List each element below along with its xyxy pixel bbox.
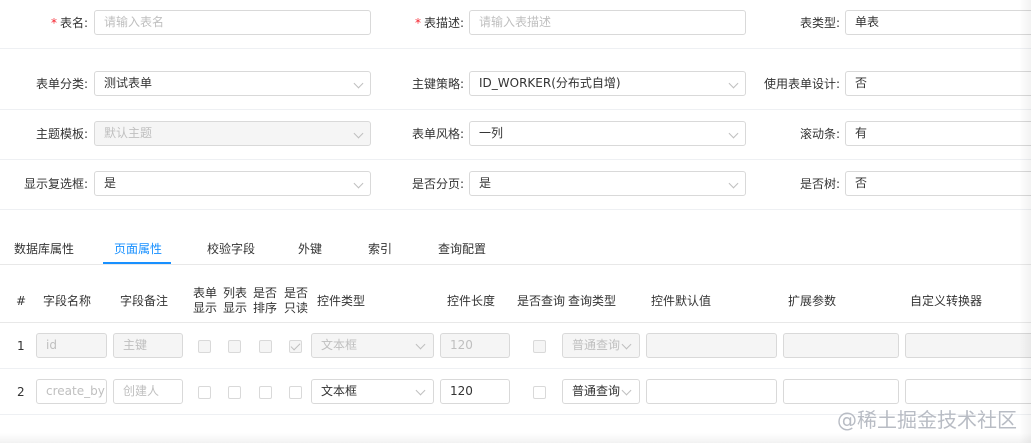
ext-params-input [783,333,899,358]
col-query-type: 查询类型 [568,294,617,308]
table-name-label: * 表名: [50,16,88,30]
default-value-input [646,333,777,358]
form-show-checkbox [198,340,211,353]
form-row-1: * 表名: 请输入表名 * 表描述: 请输入表描述 表类型: 单表 [0,0,1031,49]
ext-params-input[interactable] [783,379,899,404]
default-value-input[interactable] [646,379,777,404]
required-mark: * [414,16,421,30]
form-style-select[interactable]: 一列 [469,121,746,146]
chevron-down-icon [415,339,426,350]
scrollbar-label: 滚动条: [799,127,840,141]
chevron-down-icon [728,78,739,89]
col-control-type: 控件类型 [317,294,366,308]
show-checkbox-label: 显示复选框: [23,177,88,191]
is-tree-select[interactable]: 否 [845,171,1031,196]
scrollbar-select[interactable]: 有 [845,121,1031,146]
col-converter: 自定义转换器 [910,294,983,308]
tab-bar: 数据库属性 页面属性 校验字段 外键 索引 查询配置 [0,228,1031,265]
form-row-3: 主题模板: 默认主题 表单风格: 一列 滚动条: 有 [0,111,1031,160]
table-type-select[interactable]: 单表 [845,10,1031,35]
col-field-remark: 字段备注 [120,294,169,308]
chevron-down-icon [728,178,739,189]
theme-template-select: 默认主题 [94,121,371,146]
paginate-select[interactable]: 是 [469,171,746,196]
table-header: # 字段名称 字段备注 表单 显示 列表 显示 是否 排序 是否 只读 控件类型 控件长… [0,276,1031,323]
field-name-input: id [36,333,107,358]
field-name-input[interactable]: create_by [36,379,107,404]
query-type-select[interactable]: 普通查询 [562,379,640,404]
tab-foreign-keys[interactable]: 外键 [298,240,322,257]
form-show-checkbox[interactable] [198,386,211,399]
tab-page-properties[interactable]: 页面属性 [114,240,162,257]
watermark: @稀土掘金技术社区 [837,408,1017,432]
control-type-select[interactable]: 文本框 [311,379,434,404]
table-name-input[interactable]: 请输入表名 [94,10,371,35]
chevron-down-icon [621,385,632,396]
tab-db-properties[interactable]: 数据库属性 [14,240,74,257]
form-category-label: 表单分类: [35,77,88,91]
tab-indexes[interactable]: 索引 [368,240,392,257]
table-desc-input[interactable]: 请输入表描述 [469,10,746,35]
col-form-show: 表单 显示 [193,286,218,315]
use-form-design-select[interactable]: 否 [845,71,1031,96]
show-checkbox-select[interactable]: 是 [94,171,371,196]
chevron-down-icon [415,385,426,396]
table-row: 1 id 主键 文本框 120 普通查询 [0,323,1031,369]
chevron-down-icon [353,128,364,139]
col-ext-params: 扩展参数 [788,294,837,308]
sortable-checkbox[interactable] [259,386,272,399]
active-tab-indicator [103,262,171,264]
list-show-checkbox[interactable] [228,386,241,399]
control-length-input: 120 [440,333,510,358]
col-default-value: 控件默认值 [651,294,712,308]
tab-query-config[interactable]: 查询配置 [438,240,486,257]
chevron-down-icon [353,78,364,89]
col-readonly: 是否 只读 [284,286,309,315]
form-category-select[interactable]: 测试表单 [94,71,371,96]
pk-strategy-label: 主键策略: [411,77,464,91]
col-sortable: 是否 排序 [253,286,278,315]
form-style-label: 表单风格: [411,127,464,141]
col-list-show: 列表 显示 [223,286,248,315]
required-mark: * [50,16,57,30]
use-form-design-label: 使用表单设计: [763,77,840,91]
query-type-select: 普通查询 [562,333,640,358]
chevron-down-icon [728,128,739,139]
sortable-checkbox [259,340,272,353]
torn-edge-bottom [0,433,1031,443]
col-field-name: 字段名称 [43,294,92,308]
pk-strategy-select[interactable]: ID_WORKER(分布式自增) [469,71,746,96]
field-remark-input: 主键 [113,333,183,358]
col-queryable: 是否查询 [517,294,566,308]
queryable-checkbox[interactable] [533,386,546,399]
readonly-checkbox[interactable] [289,386,302,399]
row-index: 1 [17,339,25,353]
control-type-select: 文本框 [311,333,434,358]
field-remark-input[interactable]: 创建人 [113,379,183,404]
converter-input[interactable] [905,379,1031,404]
row-index: 2 [17,385,25,399]
paginate-label: 是否分页: [411,177,464,191]
torn-edge-right [1019,0,1031,443]
chevron-down-icon [353,178,364,189]
tab-validation-fields[interactable]: 校验字段 [207,240,255,257]
table-desc-label: * 表描述: [414,16,464,30]
list-show-checkbox [228,340,241,353]
col-index: # [16,294,27,308]
theme-template-label: 主题模板: [35,127,88,141]
control-length-input[interactable]: 120 [440,379,510,404]
readonly-checkbox [289,340,302,353]
col-control-length: 控件长度 [447,294,496,308]
queryable-checkbox [533,340,546,353]
table-type-label: 表类型: [799,16,840,30]
form-row-4: 显示复选框: 是 是否分页: 是 是否树: 否 [0,161,1031,210]
converter-input [905,333,1031,358]
is-tree-label: 是否树: [799,177,840,191]
form-row-2: 表单分类: 测试表单 主键策略: ID_WORKER(分布式自增) 使用表单设计… [0,61,1031,110]
chevron-down-icon [621,339,632,350]
